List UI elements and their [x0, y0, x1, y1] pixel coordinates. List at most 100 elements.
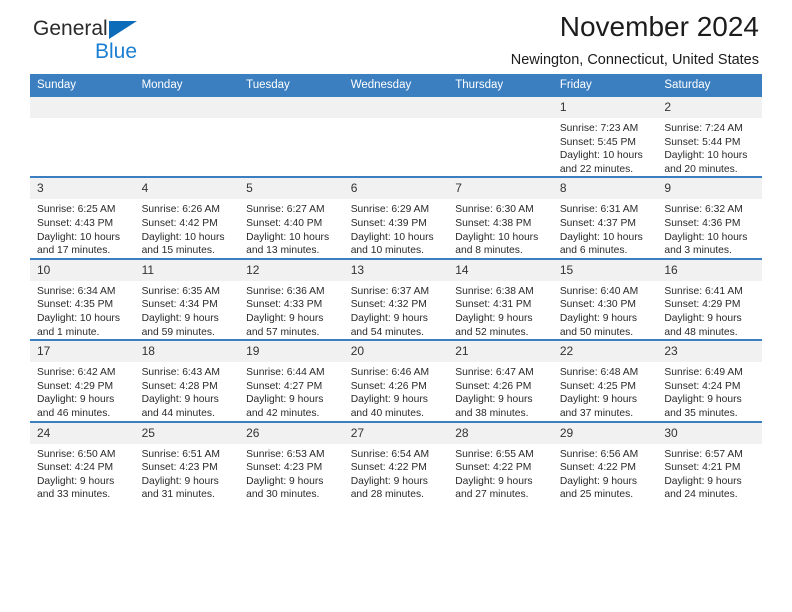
day-details: Sunrise: 6:48 AM Sunset: 4:25 PM Daylight:…	[553, 362, 658, 420]
day-details: Sunrise: 6:38 AM Sunset: 4:31 PM Daylight:…	[448, 281, 553, 339]
day-number: 17	[30, 341, 135, 363]
calendar-day-cell[interactable]: 18 Sunrise: 6:43 AM Sunset: 4:28 PM Dayligh…	[134, 339, 240, 422]
sunrise-text: Sunrise: 6:49 AM	[664, 367, 743, 379]
sunrise-text: Sunrise: 7:24 AM	[664, 123, 743, 134]
calendar-day-cell[interactable]: 26 Sunrise: 6:53 AM Sunset: 4:23 PM Dayligh…	[239, 420, 344, 502]
sunrise-text: Sunrise: 6:27 AM	[246, 204, 325, 216]
weekday-header-cell: Tuesday	[239, 74, 344, 97]
page-header: General Blue November 2024 Newington, Co…	[30, 0, 762, 74]
calendar-day-cell[interactable]: 22 Sunrise: 6:48 AM Sunset: 4:25 PM Dayligh…	[552, 339, 658, 422]
daylight-text: Daylight: 9 hours and 52 minutes.	[455, 312, 533, 338]
calendar-day-cell[interactable]: 30 Sunrise: 6:57 AM Sunset: 4:21 PM Dayligh…	[657, 420, 762, 502]
daylight-text: Daylight: 9 hours and 59 minutes.	[141, 312, 219, 338]
logo-word-general: General	[33, 17, 108, 40]
day-details: Sunrise: 6:30 AM Sunset: 4:38 PM Daylight:…	[448, 199, 553, 257]
calendar-day-cell[interactable]: 2 Sunrise: 7:24 AM Sunset: 5:44 PM Daylight…	[657, 97, 762, 178]
day-number: 18	[134, 341, 240, 363]
daylight-text: Daylight: 9 hours and 33 minutes.	[37, 475, 115, 501]
calendar-day-cell[interactable]: 11 Sunrise: 6:35 AM Sunset: 4:34 PM Dayligh…	[134, 257, 240, 341]
day-details: Sunrise: 6:55 AM Sunset: 4:22 PM Daylight:…	[448, 444, 553, 502]
day-details: Sunrise: 6:47 AM Sunset: 4:26 PM Daylight:…	[448, 362, 553, 420]
sunset-text: Sunset: 4:23 PM	[141, 462, 218, 474]
general-blue-logo[interactable]: General Blue	[33, 18, 183, 70]
day-number	[343, 97, 449, 118]
sunset-text: Sunset: 4:24 PM	[664, 380, 741, 392]
sunrise-text: Sunrise: 6:35 AM	[141, 285, 220, 297]
day-number: 4	[134, 178, 240, 200]
daylight-text: Daylight: 10 hours and 20 minutes.	[664, 150, 748, 175]
calendar-day-cell[interactable]: 6 Sunrise: 6:29 AM Sunset: 4:39 PM Daylight…	[343, 176, 449, 259]
day-number: 9	[657, 178, 762, 200]
calendar-day-cell[interactable]: 28 Sunrise: 6:55 AM Sunset: 4:22 PM Dayligh…	[448, 420, 553, 502]
sunset-text: Sunset: 4:22 PM	[350, 462, 427, 474]
calendar-day-cell[interactable]: 27 Sunrise: 6:54 AM Sunset: 4:22 PM Dayligh…	[343, 420, 449, 502]
title-block: November 2024 Newington, Connecticut, Un…	[511, 10, 759, 68]
daylight-text: Daylight: 10 hours and 13 minutes.	[246, 231, 330, 257]
sunset-text: Sunset: 5:44 PM	[664, 136, 741, 148]
calendar-day-cell[interactable]: 10 Sunrise: 6:34 AM Sunset: 4:35 PM Dayligh…	[30, 257, 135, 341]
calendar-day-cell[interactable]: 9 Sunrise: 6:32 AM Sunset: 4:36 PM Daylight…	[657, 176, 762, 259]
calendar-header-row: Sunday Monday Tuesday Wednesday Thursday Frid…	[30, 74, 762, 97]
day-number: 3	[30, 178, 135, 200]
day-details: Sunrise: 6:25 AM Sunset: 4:43 PM Daylight:…	[30, 199, 135, 257]
sunset-text: Sunset: 4:29 PM	[664, 299, 741, 311]
daylight-text: Daylight: 10 hours and 1 minute.	[37, 312, 120, 338]
sunset-text: Sunset: 4:21 PM	[664, 462, 741, 474]
calendar-day-cell[interactable]: 29 Sunrise: 6:56 AM Sunset: 4:22 PM Dayligh…	[552, 420, 658, 502]
sunrise-text: Sunrise: 6:42 AM	[37, 367, 116, 379]
daylight-text: Daylight: 10 hours and 17 minutes.	[37, 231, 120, 257]
sunrise-text: Sunrise: 6:34 AM	[37, 285, 116, 297]
calendar-day-cell[interactable]: 1 Sunrise: 7:23 AM Sunset: 5:45 PM Daylight…	[552, 97, 658, 178]
weekday-header-cell: Monday	[134, 74, 240, 97]
calendar-day-cell[interactable]: 3 Sunrise: 6:25 AM Sunset: 4:43 PM Daylight…	[30, 176, 135, 259]
calendar-day-cell[interactable]: 13 Sunrise: 6:37 AM Sunset: 4:32 PM Dayligh…	[343, 257, 449, 341]
sunset-text: Sunset: 4:43 PM	[37, 217, 114, 229]
calendar-day-cell[interactable]: 25 Sunrise: 6:51 AM Sunset: 4:23 PM Dayligh…	[134, 420, 240, 502]
calendar-day-cell[interactable]: 23 Sunrise: 6:49 AM Sunset: 4:24 PM Dayligh…	[657, 339, 762, 422]
sunrise-text: Sunrise: 6:40 AM	[559, 285, 639, 297]
daylight-text: Daylight: 9 hours and 57 minutes.	[246, 312, 324, 338]
sunset-text: Sunset: 4:28 PM	[141, 380, 218, 392]
day-number: 15	[552, 259, 658, 281]
daylight-text: Daylight: 9 hours and 28 minutes.	[350, 475, 428, 501]
calendar-day-cell[interactable]: 4 Sunrise: 6:26 AM Sunset: 4:42 PM Daylight…	[134, 176, 240, 259]
sunrise-text: Sunrise: 6:29 AM	[350, 204, 430, 216]
weekday-header-cell: Thursday	[448, 74, 553, 97]
day-number: 8	[552, 178, 658, 200]
day-details: Sunrise: 6:56 AM Sunset: 4:22 PM Daylight:…	[553, 444, 658, 502]
calendar-day-cell[interactable]: 19 Sunrise: 6:44 AM Sunset: 4:27 PM Dayligh…	[239, 339, 344, 422]
daylight-text: Daylight: 10 hours and 10 minutes.	[350, 231, 434, 257]
calendar-day-cell[interactable]: 16 Sunrise: 6:41 AM Sunset: 4:29 PM Dayligh…	[657, 257, 762, 341]
day-number: 2	[657, 97, 762, 118]
sunrise-text: Sunrise: 6:25 AM	[37, 204, 116, 216]
sunrise-text: Sunrise: 6:57 AM	[664, 448, 743, 460]
calendar-day-cell[interactable]: 24 Sunrise: 6:50 AM Sunset: 4:24 PM Dayligh…	[30, 420, 135, 502]
calendar-body: 1 Sunrise: 7:23 AM Sunset: 5:45 PM Daylight…	[30, 97, 762, 502]
logo-word-blue: Blue	[95, 40, 138, 63]
daylight-text: Daylight: 9 hours and 30 minutes.	[246, 475, 324, 501]
calendar-day-cell[interactable]: 21 Sunrise: 6:47 AM Sunset: 4:26 PM Dayligh…	[448, 339, 553, 422]
calendar-week-row: 3 Sunrise: 6:25 AM Sunset: 4:43 PM Daylight…	[30, 176, 762, 259]
daylight-text: Daylight: 9 hours and 50 minutes.	[559, 312, 638, 338]
calendar-day-cell[interactable]: 20 Sunrise: 6:46 AM Sunset: 4:26 PM Dayligh…	[343, 339, 449, 422]
calendar-day-cell[interactable]: 15 Sunrise: 6:40 AM Sunset: 4:30 PM Dayligh…	[552, 257, 658, 341]
daylight-text: Daylight: 9 hours and 27 minutes.	[455, 475, 533, 501]
calendar-day-cell[interactable]: 8 Sunrise: 6:31 AM Sunset: 4:37 PM Daylight…	[552, 176, 658, 259]
day-number: 30	[657, 422, 762, 444]
sunrise-text: Sunrise: 6:31 AM	[559, 204, 639, 216]
sunrise-text: Sunrise: 6:43 AM	[141, 367, 220, 379]
sunrise-text: Sunrise: 6:38 AM	[455, 285, 534, 297]
calendar-day-cell[interactable]: 5 Sunrise: 6:27 AM Sunset: 4:40 PM Daylight…	[239, 176, 344, 259]
sunset-text: Sunset: 4:29 PM	[37, 380, 114, 392]
day-details: Sunrise: 6:36 AM Sunset: 4:33 PM Daylight:…	[239, 281, 344, 339]
calendar-day-cell[interactable]: 12 Sunrise: 6:36 AM Sunset: 4:33 PM Dayligh…	[239, 257, 344, 341]
day-details: Sunrise: 6:51 AM Sunset: 4:23 PM Daylight:…	[135, 444, 240, 502]
sunset-text: Sunset: 4:37 PM	[559, 217, 636, 229]
calendar-day-cell[interactable]: 17 Sunrise: 6:42 AM Sunset: 4:29 PM Dayligh…	[30, 339, 135, 422]
calendar-day-cell[interactable]: 14 Sunrise: 6:38 AM Sunset: 4:31 PM Dayligh…	[448, 257, 553, 341]
day-number: 14	[448, 259, 553, 281]
calendar-day-cell-empty	[343, 97, 449, 178]
weekday-header-cell: Wednesday	[343, 74, 449, 97]
calendar-week-row: 17 Sunrise: 6:42 AM Sunset: 4:29 PM Dayligh…	[30, 339, 762, 422]
calendar-day-cell[interactable]: 7 Sunrise: 6:30 AM Sunset: 4:38 PM Daylight…	[448, 176, 553, 259]
